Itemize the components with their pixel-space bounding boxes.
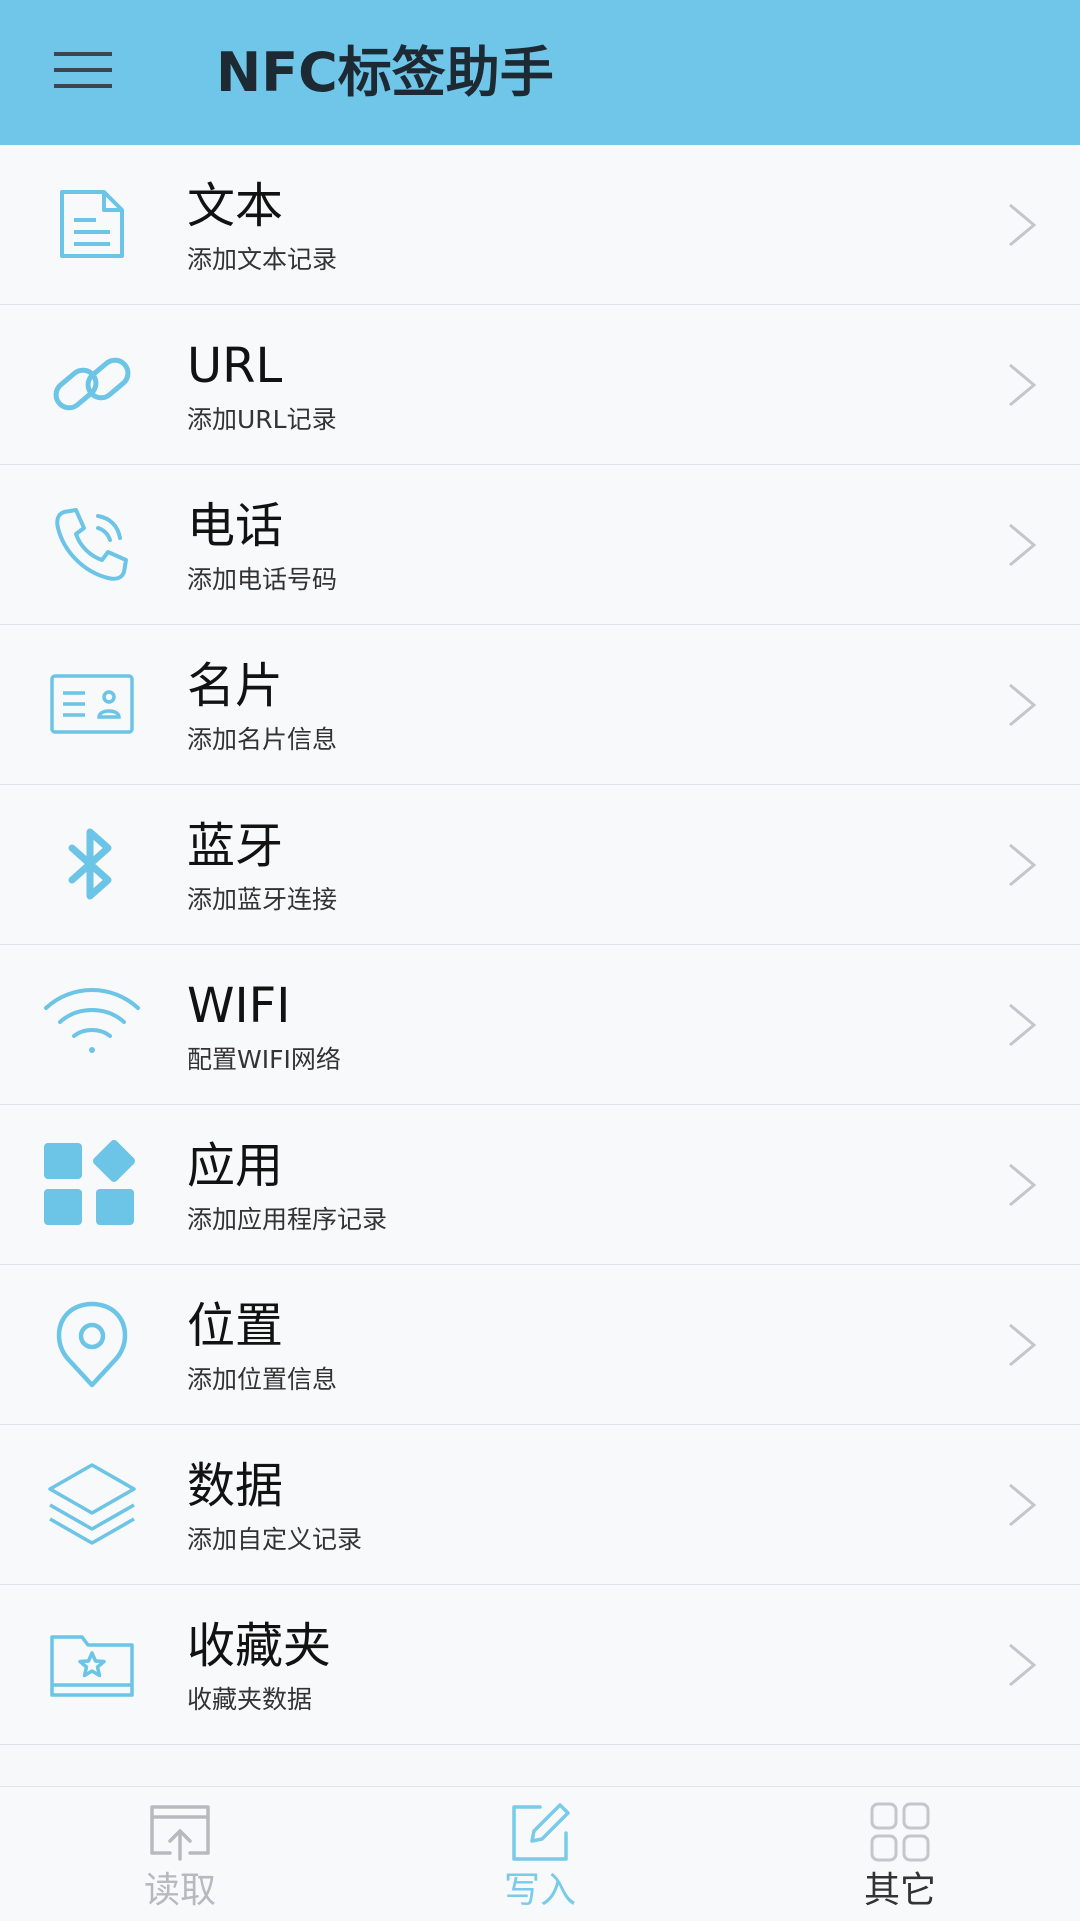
- item-subtitle: 收藏夹数据: [187, 1685, 313, 1714]
- wifi-icon: [36, 973, 148, 1075]
- business-card-icon: [36, 653, 148, 755]
- tab-label: 其它: [863, 1870, 936, 1911]
- chevron-right-icon: [1009, 1483, 1037, 1527]
- item-title: URL: [187, 338, 283, 394]
- favorites-folder-icon: [36, 1613, 148, 1715]
- item-subtitle: 添加蓝牙连接: [187, 885, 338, 914]
- list-item-apps[interactable]: 应用 添加应用程序记录: [0, 1105, 1080, 1265]
- item-subtitle: 添加电话号码: [187, 565, 338, 594]
- list-item-data[interactable]: 数据 添加自定义记录: [0, 1425, 1080, 1585]
- list-item-wifi[interactable]: WIFI 配置WIFI网络: [0, 945, 1080, 1105]
- list-item-text[interactable]: 文本 添加文本记录: [0, 145, 1080, 305]
- item-title: 应用: [187, 1138, 284, 1194]
- item-subtitle: 添加自定义记录: [187, 1525, 363, 1554]
- layers-icon: [36, 1453, 148, 1555]
- tab-label: 写入: [503, 1870, 576, 1911]
- chevron-right-icon: [1009, 1163, 1037, 1207]
- chevron-right-icon: [1009, 203, 1037, 247]
- item-title: 名片: [187, 658, 284, 714]
- bluetooth-icon: [36, 813, 148, 915]
- hamburger-menu-icon: [54, 52, 112, 88]
- app-title: NFC标签助手: [216, 41, 554, 104]
- tab-read[interactable]: 读取: [90, 1787, 270, 1921]
- item-subtitle: 添加URL记录: [187, 405, 337, 434]
- item-title: 蓝牙: [187, 818, 284, 874]
- list-item-bluetooth[interactable]: 蓝牙 添加蓝牙连接: [0, 785, 1080, 945]
- list-item-location[interactable]: 位置 添加位置信息: [0, 1265, 1080, 1425]
- item-title: 收藏夹: [187, 1618, 332, 1674]
- item-title: 数据: [187, 1458, 284, 1514]
- document-icon: [36, 173, 148, 275]
- item-subtitle: 添加应用程序记录: [187, 1205, 388, 1234]
- app-bar: NFC标签助手: [0, 0, 1080, 145]
- location-pin-icon: [36, 1293, 148, 1395]
- read-icon: [150, 1805, 210, 1861]
- list-item-phone[interactable]: 电话 添加电话号码: [0, 465, 1080, 625]
- link-icon: [36, 333, 148, 435]
- item-subtitle: 添加名片信息: [187, 725, 338, 754]
- write-icon: [512, 1803, 570, 1861]
- bottom-tab-bar: 读取 写入 其它: [0, 1786, 1080, 1921]
- chevron-right-icon: [1009, 1323, 1037, 1367]
- list-item-business-card[interactable]: 名片 添加名片信息: [0, 625, 1080, 785]
- chevron-right-icon: [1009, 523, 1037, 567]
- item-title: 文本: [187, 178, 284, 234]
- chevron-right-icon: [1009, 363, 1037, 407]
- chevron-right-icon: [1009, 1643, 1037, 1687]
- tab-other[interactable]: 其它: [810, 1787, 990, 1921]
- grid-icon: [870, 1802, 930, 1862]
- chevron-right-icon: [1009, 1003, 1037, 1047]
- menu-button[interactable]: [46, 42, 122, 98]
- tab-label: 读取: [143, 1870, 216, 1911]
- chevron-right-icon: [1009, 683, 1037, 727]
- chevron-right-icon: [1009, 843, 1037, 887]
- item-subtitle: 添加文本记录: [187, 245, 338, 274]
- item-subtitle: 添加位置信息: [187, 1365, 338, 1394]
- item-title: 位置: [187, 1298, 284, 1354]
- item-title: 电话: [187, 498, 284, 554]
- list-item-favorites[interactable]: 收藏夹 收藏夹数据: [0, 1585, 1080, 1745]
- item-title: WIFI: [187, 978, 291, 1034]
- list-item-url[interactable]: URL 添加URL记录: [0, 305, 1080, 465]
- item-subtitle: 配置WIFI网络: [187, 1045, 341, 1074]
- phone-icon: [36, 493, 148, 595]
- apps-icon: [36, 1133, 148, 1235]
- record-type-list: 文本 添加文本记录 URL 添加URL记录 电话 添加电话号码 名片 添加名片信…: [0, 145, 1080, 1745]
- tab-write[interactable]: 写入: [450, 1787, 630, 1921]
